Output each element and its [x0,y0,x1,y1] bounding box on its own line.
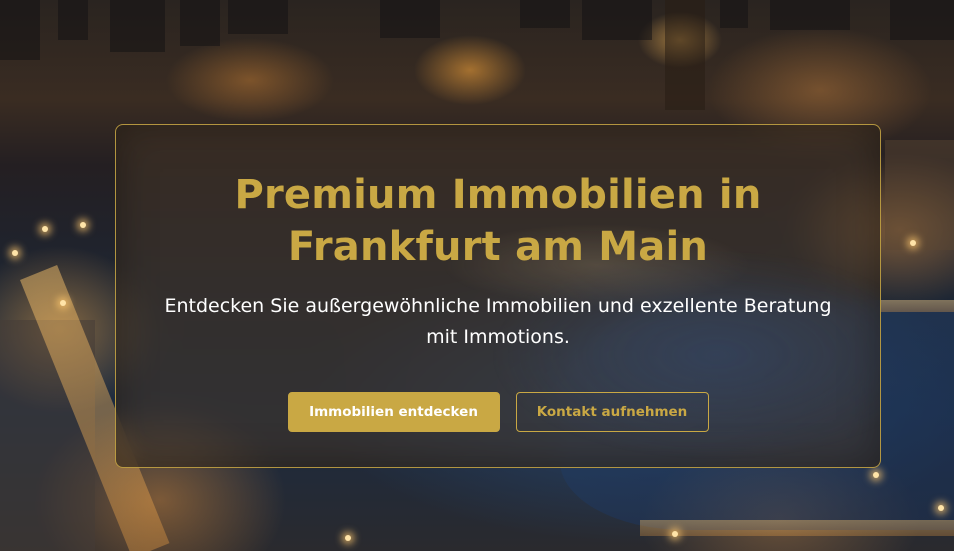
hero-section: Premium Immobilien in Frankfurt am Main … [0,0,954,551]
hero-card: Premium Immobilien in Frankfurt am Main … [115,124,881,468]
explore-properties-button[interactable]: Immobilien entdecken [287,392,500,432]
hero-buttons: Immobilien entdecken Kontakt aufnehmen [116,392,880,432]
hero-title: Premium Immobilien in Frankfurt am Main [234,172,762,270]
contact-button[interactable]: Kontakt aufnehmen [515,392,709,432]
hero-subtitle: Entdecken Sie außergewöhnliche Immobilie… [164,295,832,348]
